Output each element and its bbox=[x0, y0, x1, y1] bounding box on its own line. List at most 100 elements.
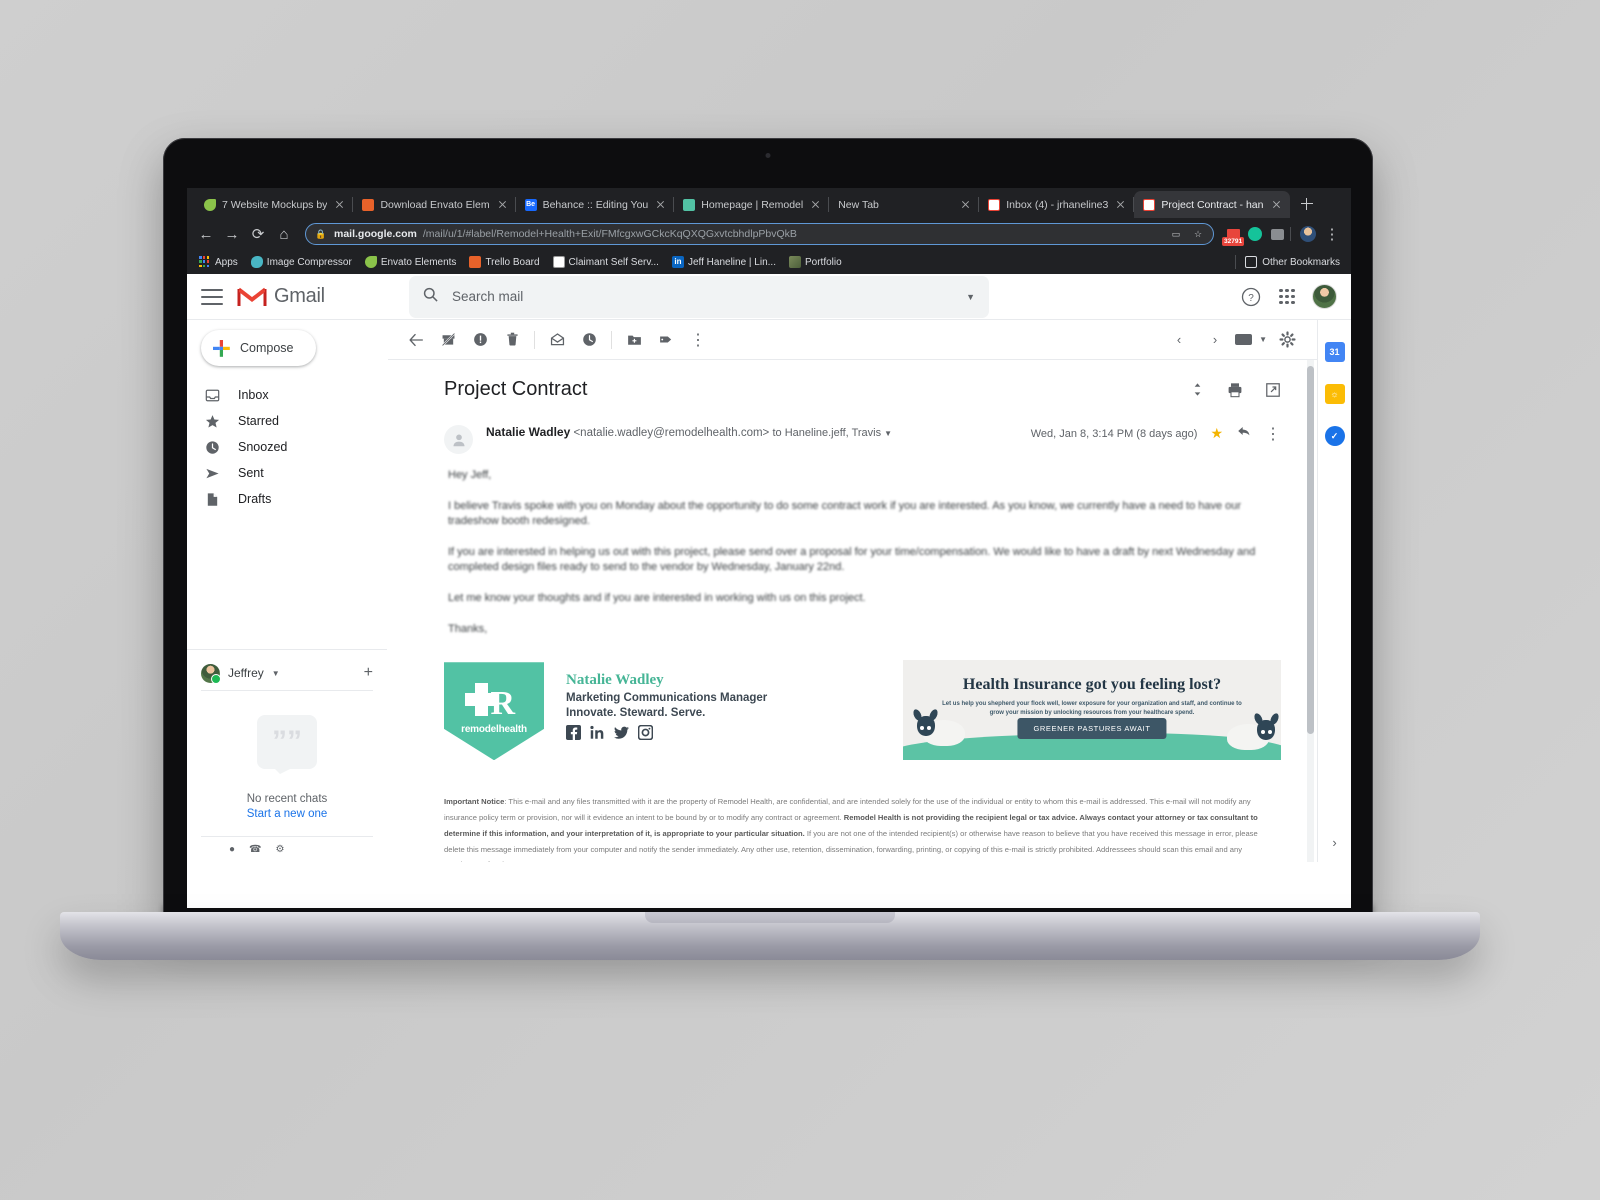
home-icon[interactable]: ⌂ bbox=[273, 223, 295, 245]
browser-tab[interactable]: Download Envato Elem bbox=[353, 191, 516, 218]
scrollbar-thumb[interactable] bbox=[1307, 366, 1314, 734]
chat-phone-icon[interactable]: ☎ bbox=[249, 844, 261, 855]
bookmark-trello[interactable]: Trello Board bbox=[464, 254, 544, 270]
compose-button[interactable]: Compose bbox=[201, 330, 316, 366]
reload-icon[interactable]: ⟳ bbox=[247, 223, 269, 245]
search-input[interactable]: Search mail bbox=[452, 289, 952, 304]
bookmark-envato-elements[interactable]: Envato Elements bbox=[360, 254, 462, 270]
browser-tabstrip: 7 Website Mockups by Download Envato Ele… bbox=[187, 188, 1351, 218]
print-icon[interactable] bbox=[1227, 382, 1243, 403]
move-to-folder-icon[interactable] bbox=[618, 324, 650, 356]
profile-avatar-icon[interactable] bbox=[1299, 225, 1317, 243]
lock-icon: 🔒 bbox=[315, 228, 327, 239]
sidebar-item-snoozed[interactable]: Snoozed bbox=[187, 434, 387, 460]
close-icon[interactable] bbox=[1114, 198, 1127, 211]
more-options-icon[interactable]: ⋮ bbox=[682, 324, 714, 356]
tab-title: Homepage | Remodel bbox=[701, 198, 804, 211]
star-icon[interactable]: ★ bbox=[1210, 425, 1223, 442]
bookmark-image-compressor[interactable]: Image Compressor bbox=[246, 254, 357, 270]
laptop-mockup: MacBook Air 7 Website Mockups by Downloa… bbox=[0, 0, 1600, 1200]
facebook-icon[interactable] bbox=[566, 725, 581, 741]
labels-icon[interactable] bbox=[650, 324, 682, 356]
search-mail-box[interactable]: Search mail ▼ bbox=[409, 275, 989, 318]
grammarly-extension-icon[interactable] bbox=[1246, 225, 1264, 243]
tasks-icon[interactable]: ✓ bbox=[1324, 426, 1345, 446]
help-icon[interactable]: ? bbox=[1240, 286, 1262, 308]
back-to-inbox-icon[interactable] bbox=[400, 324, 432, 356]
input-tools-icon[interactable]: ▼ bbox=[1235, 324, 1267, 356]
browser-tab[interactable]: Homepage | Remodel bbox=[674, 191, 830, 218]
new-tab-button[interactable] bbox=[1296, 193, 1318, 215]
more-message-options-icon[interactable]: ⋮ bbox=[1265, 424, 1281, 444]
calendar-icon[interactable]: 31 bbox=[1324, 342, 1345, 362]
browser-tab-active[interactable]: Project Contract - han bbox=[1134, 191, 1290, 218]
snooze-icon[interactable] bbox=[573, 324, 605, 356]
instagram-icon[interactable] bbox=[638, 725, 653, 741]
forward-icon[interactable]: → bbox=[221, 223, 243, 245]
gmail-logo-group[interactable]: Gmail bbox=[237, 285, 387, 308]
reply-icon[interactable] bbox=[1236, 423, 1252, 444]
chat-bottom-bar: ● ☎ ⚙ bbox=[201, 836, 373, 862]
previous-message-icon[interactable]: ‹ bbox=[1163, 324, 1195, 356]
chevron-down-icon[interactable]: ▼ bbox=[966, 292, 975, 302]
chevron-down-icon[interactable]: ▼ bbox=[884, 429, 892, 438]
other-bookmarks-group[interactable]: Other Bookmarks bbox=[1235, 255, 1344, 269]
browser-tab[interactable]: 7 Website Mockups by bbox=[195, 191, 354, 218]
cross-r-mark-icon: R bbox=[465, 681, 523, 721]
google-apps-icon[interactable] bbox=[1279, 288, 1295, 305]
browser-tab[interactable]: Be Behance :: Editing You bbox=[516, 191, 675, 218]
delete-icon[interactable] bbox=[496, 324, 528, 356]
close-icon[interactable] bbox=[959, 198, 972, 211]
screenshot-extension-icon[interactable] bbox=[1268, 225, 1286, 243]
chat-start-link[interactable]: Start a new one bbox=[201, 808, 373, 820]
linkedin-icon[interactable] bbox=[590, 725, 605, 740]
address-bar[interactable]: 🔒 mail.google.com /mail/u/1/#label/Remod… bbox=[305, 223, 1214, 245]
gmail-checker-extension-icon[interactable]: 32791 bbox=[1222, 225, 1245, 246]
chat-user-row[interactable]: Jeffrey ▼ + bbox=[201, 660, 373, 686]
bookmark-claimant-self-service[interactable]: Claimant Self Serv... bbox=[548, 254, 664, 270]
chat-settings-icon[interactable]: ⚙ bbox=[276, 844, 285, 855]
twitter-icon[interactable] bbox=[614, 725, 629, 740]
close-icon[interactable] bbox=[1270, 198, 1283, 211]
sidebar-item-drafts[interactable]: Drafts bbox=[187, 486, 387, 512]
folder-icon bbox=[1245, 256, 1258, 268]
expand-rail-icon[interactable]: › bbox=[1332, 835, 1336, 850]
browser-tab[interactable]: Inbox (4) - jrhaneline3 bbox=[979, 191, 1135, 218]
recipients-line[interactable]: to Haneline.jeff, Travis ▼ bbox=[772, 427, 892, 439]
main-menu-icon[interactable] bbox=[201, 288, 223, 305]
browser-omnibar: ← → ⟳ ⌂ 🔒 mail.google.com /mail/u/1/#lab… bbox=[187, 218, 1351, 250]
sidebar-item-inbox[interactable]: Inbox bbox=[187, 382, 387, 408]
back-icon[interactable]: ← bbox=[195, 223, 217, 245]
bookmark-portfolio[interactable]: Portfolio bbox=[784, 254, 847, 270]
chevron-down-icon[interactable]: ▼ bbox=[272, 669, 280, 678]
new-chat-icon[interactable]: + bbox=[364, 664, 373, 682]
sidebar-item-starred[interactable]: Starred bbox=[187, 408, 387, 434]
sidebar-item-sent[interactable]: Sent bbox=[187, 460, 387, 486]
report-spam-icon[interactable] bbox=[464, 324, 496, 356]
mark-unread-icon[interactable] bbox=[541, 324, 573, 356]
close-icon[interactable] bbox=[333, 198, 346, 211]
bookmark-apps[interactable]: Apps bbox=[194, 254, 243, 270]
chat-contacts-icon[interactable]: ● bbox=[229, 844, 235, 855]
browser-tab[interactable]: New Tab bbox=[829, 191, 980, 218]
cast-icon[interactable]: ▭ bbox=[1169, 227, 1183, 241]
close-icon[interactable] bbox=[654, 198, 667, 211]
expand-collapse-icon[interactable] bbox=[1190, 382, 1205, 403]
message-scroll-area[interactable]: Project Contract Natalie Wadley <natalie… bbox=[388, 360, 1317, 862]
divider bbox=[1235, 255, 1237, 269]
banner-cta-button[interactable]: GREENER PASTURES AWAIT bbox=[1017, 718, 1167, 740]
bookmark-star-icon[interactable]: ☆ bbox=[1191, 227, 1205, 241]
close-icon[interactable] bbox=[809, 198, 822, 211]
chrome-menu-icon[interactable]: ⋮ bbox=[1321, 223, 1343, 245]
keep-icon[interactable]: ☼ bbox=[1324, 384, 1345, 404]
archive-icon[interactable] bbox=[432, 324, 464, 356]
bookmark-linkedin[interactable]: in Jeff Haneline | Lin... bbox=[667, 254, 781, 270]
account-avatar[interactable] bbox=[1312, 284, 1337, 309]
next-message-icon[interactable]: › bbox=[1199, 324, 1231, 356]
promo-banner[interactable]: Health Insurance got you feeling lost? L… bbox=[903, 660, 1281, 761]
close-icon[interactable] bbox=[496, 198, 509, 211]
behance-icon: Be bbox=[524, 198, 537, 211]
settings-gear-icon[interactable] bbox=[1271, 324, 1303, 356]
open-in-new-window-icon[interactable] bbox=[1265, 382, 1281, 403]
tab-title: 7 Website Mockups by bbox=[222, 198, 328, 211]
